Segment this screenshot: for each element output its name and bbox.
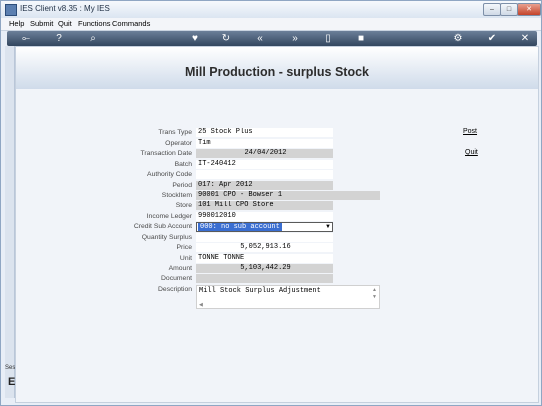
price-field[interactable]: 5,052,913.16 [196,243,333,252]
close-button[interactable]: ✕ [517,3,541,16]
side-panel-label: Ses [5,365,16,371]
transaction-date-field[interactable]: 24/04/2012 [196,149,333,158]
menu-quit[interactable]: Quit [58,19,72,28]
store-field[interactable]: 101 Mill CPO Store [196,201,333,210]
description-text: Mill Stock Surplus Adjustment [199,287,321,295]
window-title: IES Client v8.35 : My IES [20,4,110,13]
trans-type-field[interactable]: 25 Stock Plus [196,128,333,137]
batch-field[interactable]: IT-240412 [196,160,333,169]
menu-submit[interactable]: Submit [30,19,53,28]
menu-functions[interactable]: Functions [78,19,111,28]
side-panel-strip[interactable]: Ses E [5,46,15,398]
credit-sub-account-value: 000: no sub account [198,223,282,231]
stop-icon[interactable]: ■ [354,32,368,45]
close-icon[interactable]: ✕ [518,32,532,45]
stockitem-field[interactable]: 90001 CPO - Bowser 1 [196,191,380,200]
document-field[interactable] [196,274,333,283]
save-icon[interactable]: ▯ [321,32,335,45]
label-income-ledger: Income Ledger [146,213,192,220]
credit-sub-account-select[interactable]: 000: no sub account ▼ [196,222,333,232]
label-amount: Amount [168,265,192,272]
amount-field[interactable]: 5,103,442.29 [196,264,333,273]
refresh-icon[interactable]: ↻ [219,32,233,45]
app-logo-icon [5,4,17,16]
label-price: Price [176,244,193,251]
info-icon[interactable]: ? [52,32,66,45]
post-link[interactable]: Post [463,128,477,135]
label-operator: Operator [165,140,192,147]
maximize-button[interactable]: □ [500,3,518,16]
label-quantity-surplus: Quantity Surplus [141,234,192,241]
label-document: Document [161,275,192,282]
search-icon[interactable]: ⌕ [86,32,100,45]
app-window: IES Client v8.35 : My IES – □ ✕ Help Sub… [0,0,542,406]
settings-icon[interactable]: ⚙ [451,32,465,45]
period-field[interactable]: 017: Apr 2012 [196,181,333,190]
minimize-button[interactable]: – [483,3,501,16]
label-trans-type: Trans Type [158,129,192,136]
menu-help[interactable]: Help [9,19,24,28]
rewind-icon[interactable]: « [253,32,267,45]
page-title: Mill Production - surplus Stock [184,65,370,79]
label-description: Description [158,286,192,293]
main-panel: Mill Production - surplus Stock Trans Ty… [15,46,539,403]
title-bar: IES Client v8.35 : My IES – □ ✕ [1,1,541,18]
menu-commands[interactable]: Commands [112,19,150,28]
scroll-up-icon[interactable]: ▲ [372,287,377,293]
unit-field[interactable]: TONNE TONNE [196,254,333,263]
chevron-down-icon[interactable]: ▼ [325,223,331,231]
income-ledger-field[interactable]: 990012010 [196,212,333,221]
label-store: Store [175,202,192,209]
description-textarea[interactable]: Mill Stock Surplus Adjustment ▲ ▼ ◀ [196,285,380,309]
scroll-down-icon[interactable]: ▼ [372,294,377,300]
label-batch: Batch [174,161,192,168]
toolbar: ⟜ ? ⌕ ♥ ↻ « » ▯ ■ ⚙ ✔ ✕ [7,31,537,46]
label-unit: Unit [179,255,192,262]
heart-icon[interactable]: ♥ [188,32,202,45]
label-stockitem: StockItem [161,192,192,199]
quantity-surplus-field[interactable] [196,233,333,242]
operator-field[interactable]: Tim [196,139,333,148]
authority-code-field[interactable] [196,170,333,179]
menu-bar: Help Submit Quit Functions Commands [1,18,541,31]
label-transaction-date: Transaction Date [140,150,192,157]
check-icon[interactable]: ✔ [485,32,499,45]
label-credit-sub-account: Credit Sub Account [133,223,192,230]
fast-forward-icon[interactable]: » [288,32,302,45]
header-band: Mill Production - surplus Stock [16,47,538,89]
quit-link[interactable]: Quit [465,149,478,156]
scroll-left-icon[interactable]: ◀ [199,302,203,308]
back-icon[interactable]: ⟜ [15,32,37,45]
label-period: Period [172,182,192,189]
label-authority-code: Authority Code [147,171,192,178]
